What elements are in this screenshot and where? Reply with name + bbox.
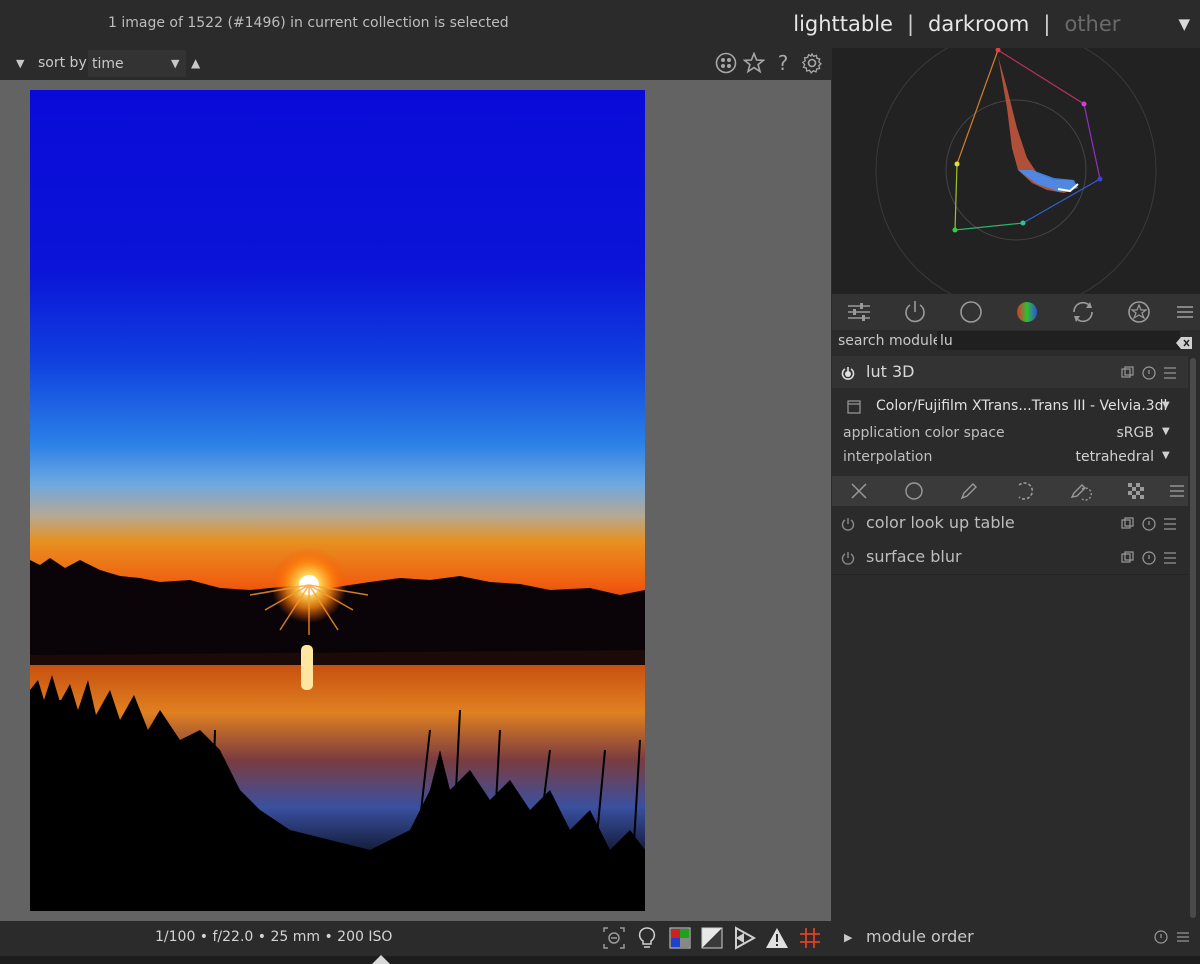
file-icon[interactable]: [847, 399, 861, 414]
chevron-down-icon: ▼: [171, 57, 180, 70]
help-icon[interactable]: ?: [772, 52, 794, 74]
sort-label: sort by: [38, 55, 87, 71]
color-space-label: application color space: [843, 425, 1005, 441]
color-labels-icon[interactable]: [715, 52, 737, 74]
presets-menu-icon[interactable]: [1176, 929, 1190, 943]
color-space-value[interactable]: sRGB: [1040, 425, 1154, 441]
view-separator: |: [1043, 12, 1051, 36]
power-icon[interactable]: [841, 365, 855, 380]
search-module-label: search module: [838, 333, 942, 349]
view-separator: |: [906, 12, 915, 36]
star-icon[interactable]: [742, 51, 766, 74]
selection-status: 1 image of 1522 (#1496) in current colle…: [108, 15, 509, 31]
guides-icon[interactable]: [798, 926, 822, 950]
color-icon[interactable]: [1014, 299, 1040, 325]
raw-overexposed-icon[interactable]: [700, 926, 724, 950]
lut-file-name[interactable]: Color/Fujifilm XTrans...Trans III - Velv…: [876, 398, 1167, 414]
bulb-icon[interactable]: [635, 926, 659, 950]
clipping-icon[interactable]: [733, 926, 757, 950]
chevron-down-icon[interactable]: ▼: [1162, 450, 1170, 461]
sunset-photo: [30, 90, 645, 911]
module-name-lut3d: lut 3D: [866, 362, 915, 381]
drawn-parametric-mask-icon[interactable]: [1070, 481, 1092, 501]
view-switcher: lighttable | darkroom | other ▼: [793, 9, 1190, 39]
view-lighttable[interactable]: lighttable: [793, 12, 893, 36]
chevron-down-icon[interactable]: ▼: [1178, 15, 1190, 33]
color-assessment-icon[interactable]: [668, 926, 692, 950]
parametric-mask-icon[interactable]: [1014, 481, 1036, 501]
power-icon[interactable]: [841, 516, 855, 531]
interpolation-value[interactable]: tetrahedral: [1040, 449, 1154, 465]
presets-menu-icon[interactable]: [1172, 299, 1198, 325]
module-order-label[interactable]: module order: [866, 927, 974, 946]
module-name-surface-blur: surface blur: [866, 547, 962, 566]
chevron-down-icon[interactable]: ▼: [1162, 426, 1170, 437]
module-scrollbar[interactable]: [1190, 358, 1196, 918]
search-module-input[interactable]: [937, 331, 1180, 350]
interpolation-label: interpolation: [843, 449, 933, 465]
uniform-blend-icon[interactable]: [903, 481, 925, 501]
quick-access-icon[interactable]: [846, 299, 872, 325]
effect-icon[interactable]: [1126, 299, 1152, 325]
blend-off-icon[interactable]: [848, 481, 870, 501]
module-tools: [1121, 365, 1181, 380]
module-tools: [1121, 516, 1181, 531]
view-darkroom[interactable]: darkroom: [928, 12, 1029, 36]
sort-menu-caret-icon[interactable]: ▼: [16, 57, 24, 70]
vectorscope[interactable]: [832, 29, 1200, 311]
chevron-down-icon[interactable]: ▼: [1162, 400, 1170, 411]
gamut-check-icon[interactable]: [765, 926, 789, 950]
sort-value: time: [92, 56, 124, 72]
gear-icon[interactable]: [801, 52, 823, 74]
exif-info: 1/100 • f/22.0 • 25 mm • 200 ISO: [155, 929, 393, 945]
reset-icon[interactable]: [1154, 929, 1168, 944]
sort-order-icon[interactable]: ▲: [191, 56, 200, 70]
blend-presets-menu-icon[interactable]: [1166, 481, 1188, 501]
clear-search-icon[interactable]: [1176, 334, 1192, 349]
filmstrip-bar: [0, 956, 1200, 964]
active-modules-icon[interactable]: [902, 299, 928, 325]
raster-mask-icon[interactable]: [1125, 481, 1147, 501]
module-tools: [1121, 550, 1181, 565]
view-other[interactable]: other: [1064, 12, 1174, 36]
drawn-mask-icon[interactable]: [958, 481, 980, 501]
expand-arrow-icon[interactable]: ▶: [844, 931, 852, 944]
power-icon[interactable]: [841, 550, 855, 565]
focus-peaking-icon[interactable]: [602, 926, 626, 950]
correct-icon[interactable]: [1070, 299, 1096, 325]
module-name-color-lookup: color look up table: [866, 513, 1015, 532]
base-icon[interactable]: [958, 299, 984, 325]
filmstrip-toggle-icon[interactable]: [372, 955, 390, 964]
